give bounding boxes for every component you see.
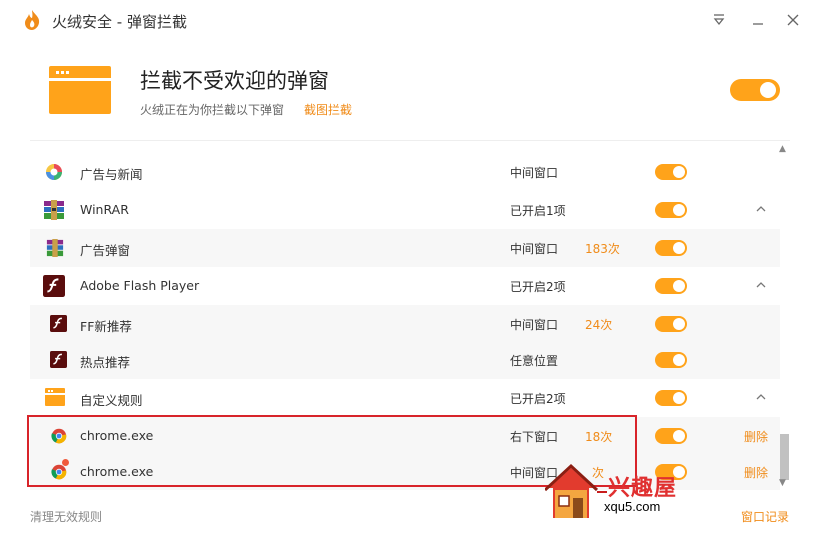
partial-row [30,141,780,143]
rule-toggle[interactable] [655,240,687,256]
rule-toggle[interactable] [655,316,687,332]
group-name: 自定义规则 [80,393,143,408]
group-row-flash[interactable]: Adobe Flash Player 已开启2项 [30,267,780,305]
clear-invalid-rules-link[interactable]: 清理无效规则 [30,508,102,525]
group-name: WinRAR [80,202,129,217]
rule-toggle[interactable] [655,352,687,368]
rule-position: 中间窗口 [510,318,559,332]
group-toggle[interactable] [655,278,687,294]
group-name: Adobe Flash Player [80,278,200,293]
rule-toggle[interactable] [655,164,687,180]
close-icon [787,14,799,26]
delete-button[interactable]: 删除 [744,464,768,481]
rule-position: 任意位置 [510,354,559,368]
chevron-up-icon[interactable] [753,277,769,293]
watermark-text: 兴趣屋 [608,476,678,501]
huorong-logo-icon [25,10,40,30]
title-bar: 火绒安全 - 弹窗拦截 [0,0,820,40]
winrar-icon [44,200,64,220]
winrar-icon [46,239,64,257]
rule-name: 热点推荐 [80,355,131,370]
group-row-winrar[interactable]: WinRAR 已开启1项 [30,191,780,229]
window-title: 火绒安全 - 弹窗拦截 [52,13,187,31]
master-toggle[interactable] [730,79,780,101]
window-log-link[interactable]: 窗口记录 [741,508,789,525]
group-toggle[interactable] [655,202,687,218]
flash-icon [50,315,67,332]
page-subtitle: 火绒正在为你拦截以下弹窗 [140,103,285,117]
rule-toggle[interactable] [655,428,687,444]
list-item[interactable]: 广告弹窗 中间窗口 183次 [30,229,780,267]
window-icon [45,388,65,406]
flash-icon [50,351,67,368]
watermark-url: xqu5.com [604,499,661,514]
close-button[interactable] [782,9,804,31]
colorful-app-icon [46,164,62,180]
block-count: 24次 [585,318,613,332]
list-item[interactable]: 热点推荐 任意位置 [30,341,780,379]
rule-position: 中间窗口 [510,242,559,256]
list-item[interactable]: 广告与新闻 中间窗口 [30,153,780,191]
scroll-up-arrow[interactable]: ▲ [779,144,786,154]
flash-icon [43,275,65,297]
group-status: 已开启2项 [510,280,566,294]
menu-dropdown-button[interactable] [708,9,730,31]
chevron-up-icon[interactable] [753,389,769,405]
scroll-down-arrow[interactable]: ▼ [779,478,786,488]
delete-button[interactable]: 删除 [744,428,768,445]
group-status: 已开启2项 [510,392,566,406]
scrollbar-thumb[interactable] [780,434,789,480]
group-status: 已开启1项 [510,204,566,218]
list-item[interactable]: FF新推荐 中间窗口 24次 [30,305,780,343]
rule-name: 广告弹窗 [80,243,131,258]
screenshot-block-link[interactable]: 截图拦截 [304,101,352,118]
group-row-custom[interactable]: 自定义规则 已开启2项 [30,379,780,417]
chevron-up-icon[interactable] [753,201,769,217]
page-title: 拦截不受欢迎的弹窗 [140,69,329,93]
menu-icon [713,14,725,26]
rule-position: 中间窗口 [510,166,559,180]
minimize-button[interactable] [747,9,769,31]
rule-name: FF新推荐 [80,319,132,334]
group-toggle[interactable] [655,390,687,406]
minimize-icon [753,23,763,25]
rule-name: 广告与新闻 [80,167,143,182]
popup-window-icon [49,66,111,114]
block-count: 183次 [585,242,620,256]
